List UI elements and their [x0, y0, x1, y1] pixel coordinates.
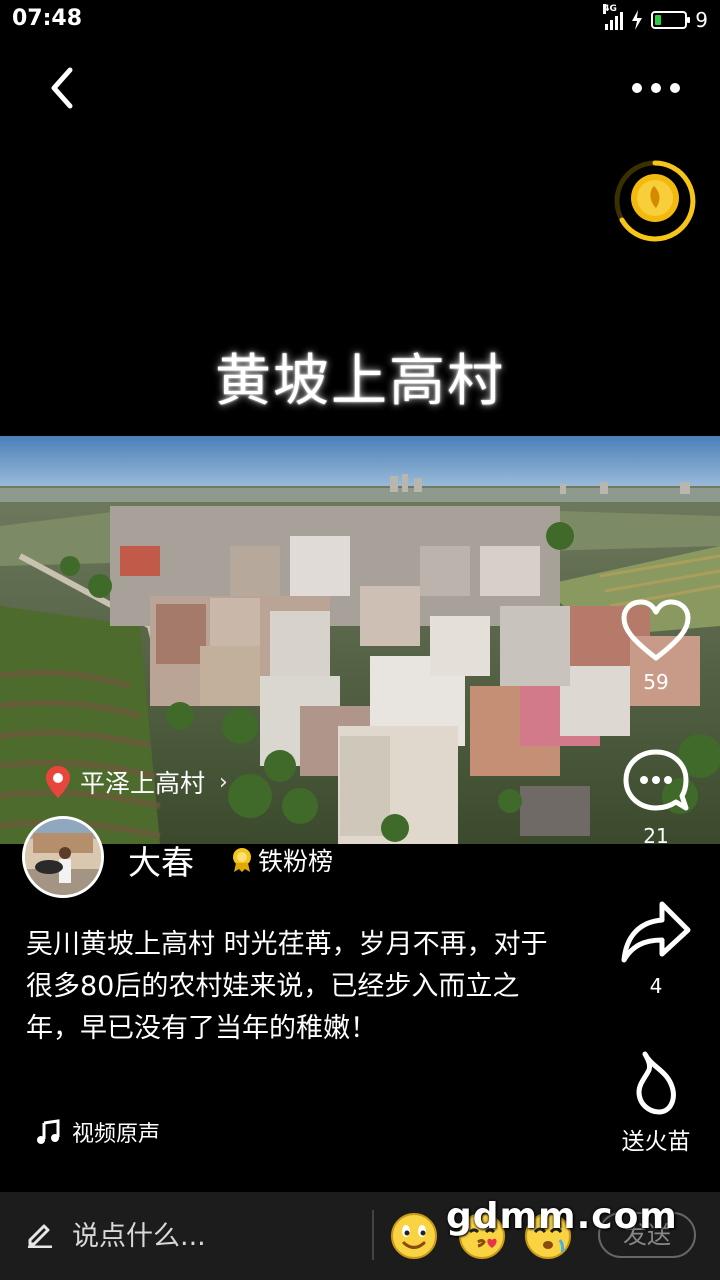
smile-emoji-icon[interactable] [390, 1212, 438, 1260]
location-pin-icon [46, 766, 70, 798]
network-type-label: 4G [603, 4, 617, 14]
chevron-right-icon: › [219, 769, 228, 795]
like-button[interactable]: 59 [616, 598, 696, 694]
location-label: 平泽上高村 [80, 769, 206, 798]
music-note-icon [37, 1119, 60, 1144]
location-tag[interactable]: 平泽上高村 › [46, 764, 228, 800]
more-button[interactable] [626, 70, 686, 106]
comment-bubble-icon [623, 749, 689, 811]
fan-ranking-label: 铁粉榜 [258, 847, 334, 876]
comment-count: 21 [643, 824, 669, 848]
author-name[interactable]: 大春 [128, 836, 194, 884]
comment-input[interactable]: 说点什么... [26, 1214, 206, 1253]
comment-placeholder: 说点什么... [72, 1221, 206, 1252]
more-dots-icon [632, 83, 680, 93]
status-icons: 4G 9 [603, 4, 708, 32]
gold-coin-icon [614, 160, 696, 242]
pencil-icon [28, 1224, 52, 1248]
charging-icon [632, 10, 643, 30]
send-fire-label: 送火苗 [621, 1129, 691, 1155]
gold-coin-button[interactable] [612, 158, 698, 244]
watermark: gdmm.com [446, 1196, 678, 1237]
status-bar: 07:48 4G 9 [0, 0, 720, 40]
back-button[interactable] [42, 62, 86, 114]
fan-ranking-badge[interactable]: 铁粉榜 [230, 842, 333, 878]
music-label: 视频原声 [72, 1122, 161, 1147]
video-title-overlay: 黄坡上高村 [215, 349, 505, 414]
post-description: 吴川黄坡上高村 时光荏苒，岁月不再，对于很多80后的农村娃来说，已经步入而立之年… [26, 929, 548, 1044]
status-time: 07:48 [12, 6, 83, 31]
heart-icon [621, 599, 691, 661]
share-button[interactable]: 4 [616, 898, 696, 998]
share-arrow-icon [621, 901, 691, 963]
comment-button[interactable]: 21 [616, 746, 696, 848]
signal-icon: 4G [603, 4, 624, 30]
battery-level: 9 [695, 8, 708, 32]
medal-icon [233, 848, 251, 872]
chevron-left-icon [51, 67, 73, 109]
avatar-image [25, 819, 101, 895]
divider [372, 1210, 374, 1260]
flame-icon [636, 1051, 676, 1115]
music-info[interactable]: 视频原声 [36, 1116, 160, 1148]
avatar[interactable] [22, 816, 104, 898]
send-fire-button[interactable]: 送火苗 [606, 1050, 706, 1156]
share-count: 4 [649, 974, 663, 998]
like-count: 59 [643, 670, 669, 694]
battery-icon [651, 11, 691, 29]
